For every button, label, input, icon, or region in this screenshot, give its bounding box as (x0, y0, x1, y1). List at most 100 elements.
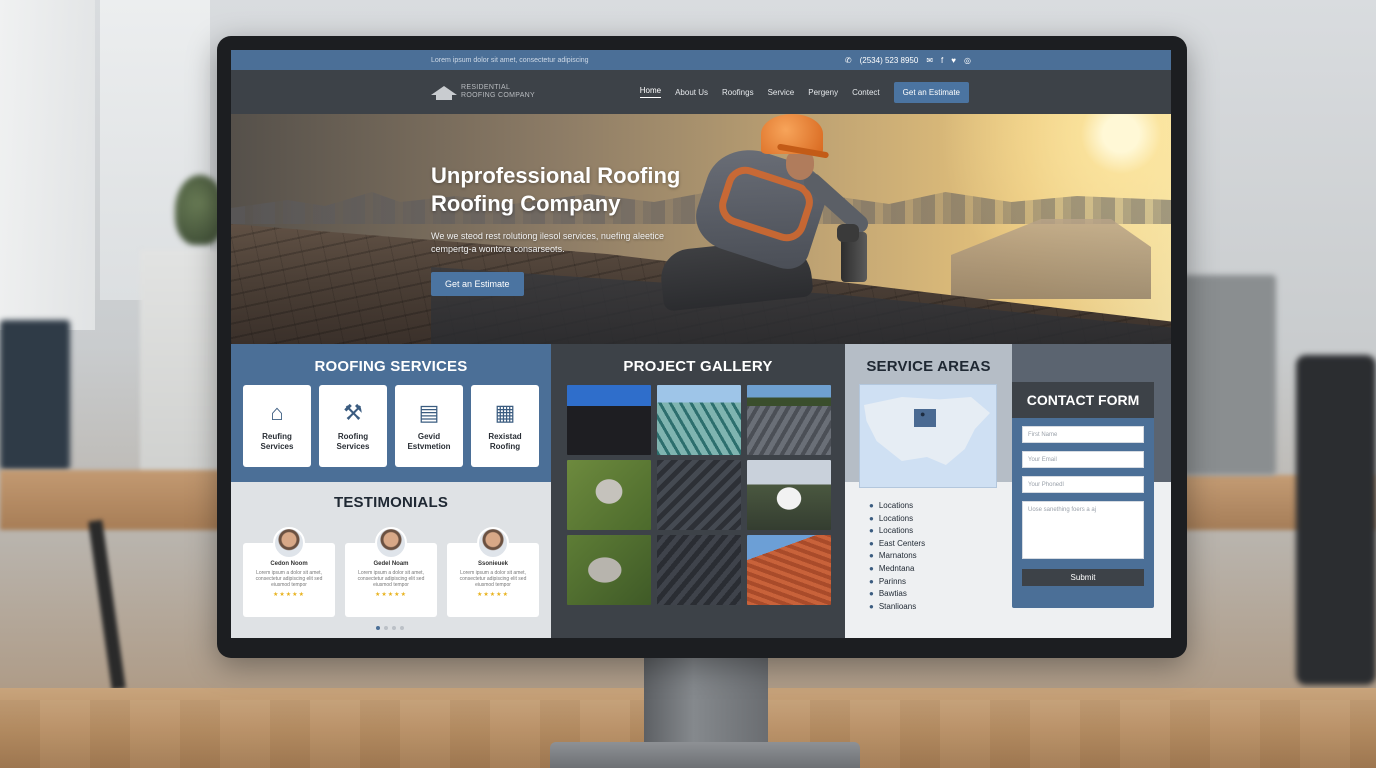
facebook-icon[interactable]: f (941, 56, 943, 65)
project-gallery-section: PROJECT GALLERY (551, 344, 845, 638)
nav-link-contact[interactable]: Contect (852, 88, 880, 97)
roofing-services-section: ROOFING SERVICES ⌂ Reufing Services ⚒ Ro… (231, 344, 551, 482)
nav-link-service[interactable]: Service (768, 88, 795, 97)
gallery-image[interactable] (567, 460, 651, 530)
location-list: ● Locations ● Locations ● Locations ● East C… (869, 500, 925, 613)
location-name: Locations (878, 501, 914, 510)
testimonial-card: Ssonieuek Lorem ipsum a dolor sit amet, … (447, 527, 539, 617)
background-desk-left (0, 470, 230, 530)
nav-estimate-button[interactable]: Get an Estimate (893, 81, 969, 103)
avatar (273, 527, 305, 559)
map-pin-icon: ● (920, 409, 926, 419)
mail-icon[interactable]: ✉ (926, 56, 933, 65)
location-name: Medntana (878, 563, 915, 573)
nav-link-home[interactable]: Home (639, 86, 662, 98)
contact-form: CONTACT FORM First Name Your Email Your … (1012, 382, 1154, 608)
location-pin-icon: ● (869, 513, 874, 523)
list-item[interactable]: ● East Centers (869, 538, 925, 551)
service-card[interactable]: ⚒ Roofing Services (319, 385, 387, 467)
gallery-image[interactable] (747, 535, 831, 605)
carousel-dot[interactable] (384, 626, 388, 630)
service-label-1: Reufing (262, 432, 292, 441)
testimonial-name: Ssonieuek (477, 561, 508, 567)
service-label-2: Roofing (489, 442, 521, 451)
instagram-icon[interactable]: ◎ (964, 56, 971, 65)
testimonial-text: Lorem ipsum a dolor sit amet, consectetu… (255, 570, 323, 588)
background-monitor-right (1181, 275, 1276, 475)
services-title: ROOFING SERVICES (314, 358, 468, 375)
service-card[interactable]: ⌂ Reufing Services (243, 385, 311, 467)
carousel-dot[interactable] (376, 626, 380, 630)
service-card[interactable]: ▦ Rexistad Roofing (471, 385, 539, 467)
phone-field[interactable]: Your Phonedl (1022, 476, 1144, 493)
carousel-dots (376, 626, 404, 630)
list-item[interactable]: ● Marnatons (869, 550, 925, 563)
nav-link-pergeny[interactable]: Pergeny (808, 88, 838, 97)
list-item[interactable]: ● Parinns (869, 576, 925, 589)
submit-button[interactable]: Submit (1022, 569, 1144, 586)
nav-link-about[interactable]: About Us (675, 88, 708, 97)
testimonial-card: Cedon Noom Lorem ipsum a dolor sit amet,… (243, 527, 335, 617)
services-cards: ⌂ Reufing Services ⚒ Roofing Services ▤ … (231, 385, 551, 467)
hero-title: Unprofessional Roofing Roofing Company (431, 162, 731, 218)
monitor-stand-neck (644, 652, 768, 747)
gallery-image[interactable] (567, 385, 651, 455)
carousel-dot[interactable] (400, 626, 404, 630)
hero-content: Unprofessional Roofing Roofing Company W… (431, 162, 731, 296)
service-area-map[interactable]: ● (859, 384, 997, 488)
gallery-image[interactable] (747, 385, 831, 455)
testimonials-title: TESTIMONIALS (333, 494, 449, 511)
gallery-image[interactable] (657, 535, 741, 605)
avatar (477, 527, 509, 559)
lower-content: ROOFING SERVICES ⌂ Reufing Services ⚒ Ro… (231, 344, 1171, 638)
nav-link-roofings[interactable]: Roofings (722, 88, 754, 97)
service-card[interactable]: ▤ Gevid Estvmetion (395, 385, 463, 467)
location-name: Locations (878, 526, 914, 536)
hero-title-line-2: Roofing Company (431, 191, 621, 216)
location-pin-icon: ● (869, 551, 874, 561)
gallery-title: PROJECT GALLERY (623, 358, 773, 375)
gallery-image[interactable] (747, 460, 831, 530)
location-name: Marnatons (878, 551, 917, 561)
background-shelf (140, 250, 220, 490)
list-item[interactable]: ● Locations (869, 500, 925, 513)
location-name: Parinns (878, 576, 906, 586)
contact-column: CONTACT FORM First Name Your Email Your … (1012, 344, 1171, 638)
testimonial-text: Lorem ipsum a dolor sit amet, consectetu… (357, 570, 425, 588)
gallery-image[interactable] (657, 385, 741, 455)
twitter-icon[interactable]: ♥ (951, 56, 956, 65)
topbar-contact: ✆ (2534) 523 8950 ✉ f ♥ ◎ (845, 56, 971, 65)
list-item[interactable]: ● Medntana (869, 563, 925, 576)
list-item[interactable]: ● Stanlioans (869, 601, 925, 614)
location-name: Bawtias (878, 589, 907, 599)
logo-line-2: ROOFING COMPANY (461, 92, 535, 99)
star-rating: ★★★★★ (375, 592, 407, 598)
hero-estimate-button[interactable]: Get an Estimate (431, 272, 524, 296)
hero-section: Unprofessional Roofing Roofing Company W… (231, 114, 1171, 344)
background-desk-leg (88, 519, 126, 691)
logo-house-icon (431, 84, 457, 100)
star-rating: ★★★★★ (273, 592, 305, 598)
first-name-field[interactable]: First Name (1022, 426, 1144, 443)
background-chair (1296, 355, 1376, 685)
email-field[interactable]: Your Email (1022, 451, 1144, 468)
star-rating: ★★★★★ (477, 592, 509, 598)
website-screen: Lorem ipsum dolor sit amet, consectetur … (231, 50, 1171, 638)
background-monitor-left (0, 320, 70, 470)
list-item[interactable]: ● Locations (869, 513, 925, 526)
site-logo[interactable]: RESIDENTIAL ROOFING COMPANY (431, 84, 535, 100)
topbar-phone[interactable]: (2534) 523 8950 (860, 56, 919, 65)
list-item[interactable]: ● Bawtias (869, 588, 925, 601)
testimonial-name: Gedel Noam (373, 561, 409, 567)
service-label-2: Services (336, 442, 370, 451)
contact-form-title: CONTACT FORM (1012, 382, 1154, 418)
background-window (0, 0, 95, 330)
list-item[interactable]: ● Locations (869, 525, 925, 538)
gallery-image[interactable] (657, 460, 741, 530)
hero-title-line-1: Unprofessional Roofing (431, 163, 681, 188)
gallery-image[interactable] (567, 535, 651, 605)
carousel-dot[interactable] (392, 626, 396, 630)
tools-icon: ⚒ (343, 400, 363, 425)
message-field[interactable]: Uose sanething foers a aj (1022, 501, 1144, 559)
roofer-glove (837, 224, 859, 242)
